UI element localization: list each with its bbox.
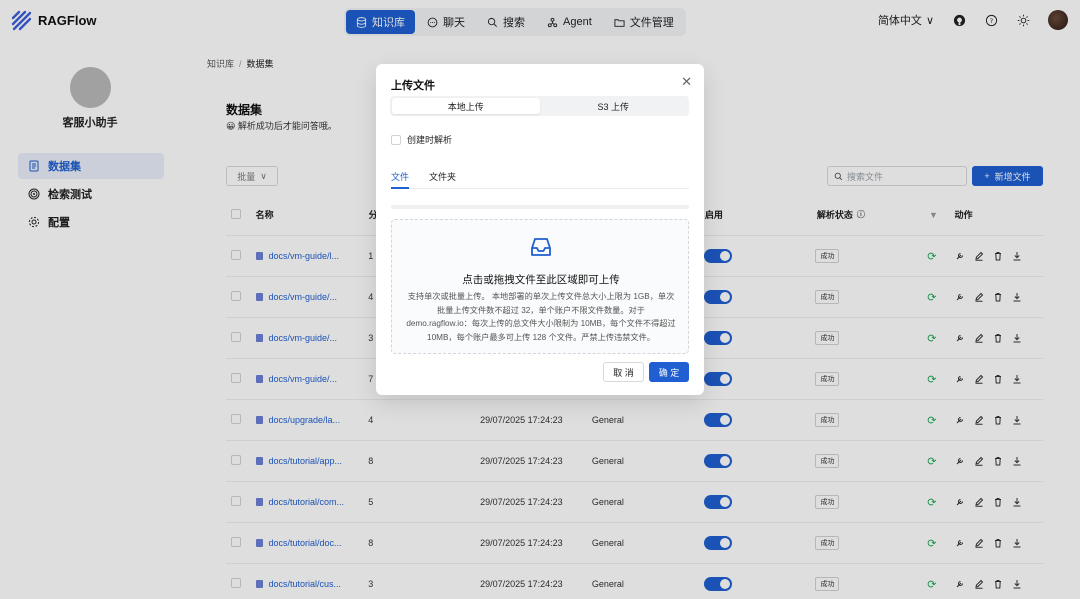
upload-dropzone[interactable]: 点击或拖拽文件至此区域即可上传 支持单次或批量上传。 本地部署的单次上传文件总大…	[391, 219, 689, 354]
tab-file[interactable]: 文件	[391, 164, 410, 189]
close-icon[interactable]: ✕	[681, 74, 692, 90]
inbox-icon	[531, 238, 551, 256]
segment-s3-upload[interactable]: S3 上传	[540, 98, 688, 114]
upload-file-modal: 上传文件 ✕ 本地上传 S3 上传 创建时解析 文件 文件夹 点击或拖拽文件至此…	[376, 64, 704, 395]
cancel-button[interactable]: 取 消	[603, 362, 644, 382]
segment-local-upload[interactable]: 本地上传	[392, 98, 540, 114]
upload-source-segment: 本地上传 S3 上传	[390, 96, 689, 116]
tab-folder[interactable]: 文件夹	[429, 164, 456, 189]
dropzone-title: 点击或拖拽文件至此区域即可上传	[462, 274, 620, 286]
modal-title: 上传文件	[391, 80, 435, 92]
parse-on-create-label: 创建时解析	[407, 135, 453, 145]
upload-progress-bar	[391, 205, 689, 209]
upload-type-tabs: 文件 文件夹	[391, 164, 689, 189]
dropzone-description: 支持单次或批量上传。 本地部署的单次上传文件总大小上限为 1GB，单次批量上传文…	[406, 292, 676, 342]
parse-on-create-option[interactable]: 创建时解析	[391, 133, 452, 146]
parse-on-create-checkbox[interactable]	[391, 134, 401, 145]
confirm-button[interactable]: 确 定	[649, 362, 689, 382]
